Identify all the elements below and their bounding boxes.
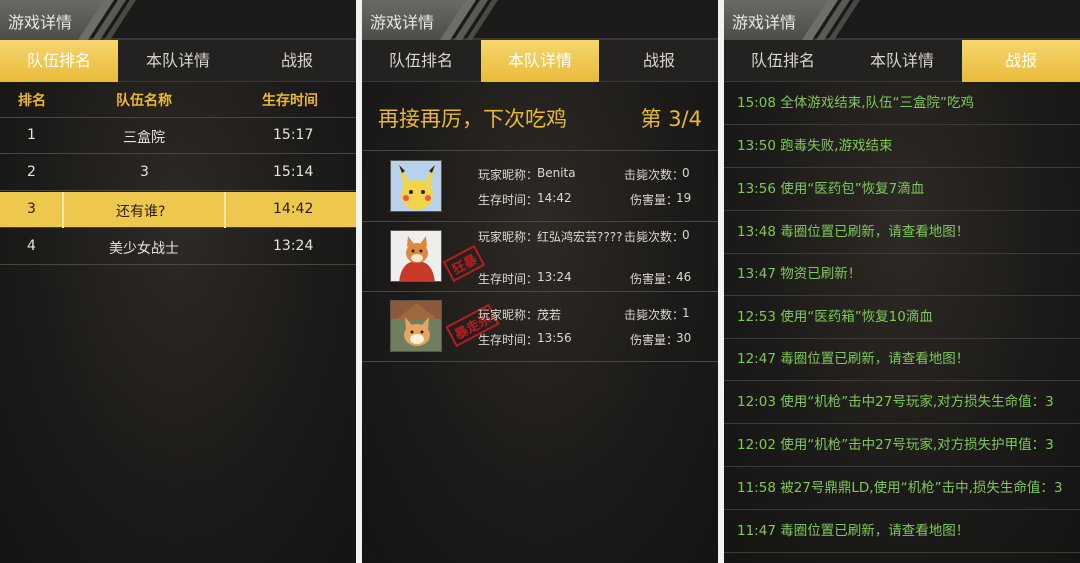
damage-value: 30 <box>676 331 692 345</box>
survival-time-cell: 15:14 <box>273 164 314 180</box>
team-name-cell: 美少女战士 <box>109 241 179 257</box>
ranking-panel: 游戏详情 队伍排名 本队详情 战报 排名 队伍名称 生存时间 1 三盒院 15:… <box>0 0 356 563</box>
player-card: 玩家昵称： Benita 击毙次数： 0 生存时间： 14:42 伤害量： 19 <box>362 152 718 222</box>
kills-label: 击毙次数： <box>624 230 685 244</box>
team-details-panel: 游戏详情 队伍排名 本队详情 战报 再接再厉，下次吃鸡 第 3/4 玩家昵称： … <box>362 0 718 563</box>
log-entry: 13:56 使用“医药包”恢复7滴血 <box>724 168 1080 211</box>
header-stripes-decoration <box>440 0 498 40</box>
team-name-cell: 还有谁? <box>116 204 166 220</box>
log-entry: 12:03 使用“机枪”击中27号玩家,对方损失生命值：3 <box>724 381 1080 424</box>
survival-time-cell: 15:17 <box>273 127 314 143</box>
team-name-cell: 3 <box>140 164 149 180</box>
rank-cell: 3 <box>27 201 36 217</box>
tab-team-ranking[interactable]: 队伍排名 <box>724 40 842 82</box>
pikachu-avatar-icon <box>390 160 442 212</box>
team-placement: 第 3/4 <box>640 107 702 131</box>
header-title: 游戏详情 <box>732 13 797 32</box>
corgi-dog-avatar-icon <box>390 300 442 352</box>
tab-battle-report[interactable]: 战报 <box>962 40 1080 82</box>
log-entry: 15:08 全体游戏结束,队伍“三盒院”吃鸡 <box>724 82 1080 125</box>
header-stripes-decoration <box>802 0 860 40</box>
kills-label: 击毙次数： <box>624 168 685 182</box>
table-row[interactable]: 2 3 15:14 <box>0 155 356 191</box>
kills-label: 击毙次数： <box>624 308 685 322</box>
log-entry: 13:50 跑毒失败,游戏结束 <box>724 125 1080 168</box>
tab-team-details[interactable]: 本队详情 <box>843 40 961 82</box>
tab-team-ranking[interactable]: 队伍排名 <box>362 40 480 82</box>
header-bar: 游戏详情 <box>362 0 718 40</box>
damage-label: 伤害量： <box>630 193 679 207</box>
ranking-table-header: 排名 队伍名称 生存时间 <box>0 82 356 118</box>
survival-value: 13:24 <box>537 270 572 284</box>
tab-bar: 队伍排名 本队详情 战报 <box>0 40 356 82</box>
log-entry: 13:48 毒圈位置已刷新，请查看地图！ <box>724 211 1080 254</box>
survival-value: 13:56 <box>537 331 572 345</box>
table-row[interactable]: 4 美少女战士 13:24 <box>0 229 356 265</box>
player-card: 暴走杀 玩家昵称： 茂若 击毙次数： 1 生存时间： 13:56 伤害量： 30 <box>362 292 718 362</box>
table-row-highlighted[interactable]: 3 还有谁? 14:42 <box>0 192 356 228</box>
survival-label: 生存时间： <box>478 333 539 347</box>
survival-value: 14:42 <box>537 191 572 205</box>
tab-battle-report[interactable]: 战报 <box>238 40 356 82</box>
tab-battle-report[interactable]: 战报 <box>600 40 718 82</box>
log-entry: 12:47 毒圈位置已刷新，请查看地图！ <box>724 338 1080 381</box>
battle-report-panel: 游戏详情 队伍排名 本队详情 战报 15:08 全体游戏结束,队伍“三盒院”吃鸡… <box>724 0 1080 563</box>
header-stripes-decoration <box>78 0 136 40</box>
nickname-label: 玩家昵称： <box>478 308 539 322</box>
survival-label: 生存时间： <box>478 193 539 207</box>
column-header-survival-time: 生存时间 <box>262 93 318 109</box>
result-slogan: 再接再厉，下次吃鸡 <box>378 107 567 131</box>
log-entry: 12:02 使用“机枪”击中27号玩家,对方损失护甲值：3 <box>724 424 1080 467</box>
header-title: 游戏详情 <box>370 13 435 32</box>
player-card: 狂暴 玩家昵称： 红弘鸿宏芸???? 击毙次数： 0 生存时间： 13:24 伤… <box>362 222 718 292</box>
team-name-cell: 三盒院 <box>123 130 165 146</box>
tab-team-ranking[interactable]: 队伍排名 <box>0 40 118 82</box>
log-entry: 12:53 使用“医药箱”恢复10滴血 <box>724 296 1080 339</box>
header-bar: 游戏详情 <box>0 0 356 40</box>
damage-value: 46 <box>676 270 692 284</box>
rank-cell: 1 <box>27 127 36 143</box>
nickname-value: 茂若 <box>537 308 562 322</box>
kills-value: 1 <box>682 306 690 320</box>
damage-label: 伤害量： <box>630 333 679 347</box>
log-entry: 13:47 物资已刷新！ <box>724 253 1080 296</box>
rank-cell: 4 <box>27 238 36 254</box>
header-bar: 游戏详情 <box>724 0 1080 40</box>
rank-cell: 2 <box>27 164 36 180</box>
log-entry: 11:47 毒圈位置已刷新，请查看地图！ <box>724 510 1080 553</box>
survival-time-cell: 14:42 <box>273 201 314 217</box>
divider <box>362 361 718 362</box>
tab-team-details[interactable]: 本队详情 <box>481 40 599 82</box>
kills-value: 0 <box>682 166 690 180</box>
survival-label: 生存时间： <box>478 272 539 286</box>
cell-divider <box>62 192 64 228</box>
damage-value: 19 <box>676 191 692 205</box>
header-title: 游戏详情 <box>8 13 73 32</box>
shiba-dog-avatar-icon <box>390 230 442 282</box>
table-row[interactable]: 1 三盒院 15:17 <box>0 118 356 154</box>
column-header-rank: 排名 <box>18 93 46 109</box>
nickname-value: 红弘鸿宏芸???? <box>537 230 623 244</box>
nickname-label: 玩家昵称： <box>478 168 539 182</box>
survival-time-cell: 13:24 <box>273 238 314 254</box>
tab-bar: 队伍排名 本队详情 战报 <box>724 40 1080 82</box>
column-header-team-name: 队伍名称 <box>116 93 172 109</box>
divider <box>362 150 718 151</box>
damage-label: 伤害量： <box>630 272 679 286</box>
nickname-value: Benita <box>537 166 576 180</box>
log-entry: 11:58 被27号鼎鼎LD,使用“机枪”击中,损失生命值：3 <box>724 467 1080 510</box>
kills-value: 0 <box>682 228 690 242</box>
cell-divider <box>224 192 226 228</box>
tab-bar: 队伍排名 本队详情 战报 <box>362 40 718 82</box>
tab-team-details[interactable]: 本队详情 <box>119 40 237 82</box>
